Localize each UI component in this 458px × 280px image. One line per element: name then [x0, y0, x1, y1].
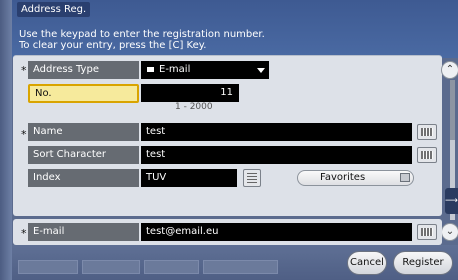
email-label: E-mail — [28, 223, 139, 241]
required-marker: * — [21, 128, 27, 141]
instruction-line-1: Use the keypad to enter the registration… — [19, 29, 265, 40]
register-button[interactable]: Register — [393, 251, 453, 275]
favorites-toggle[interactable]: Favorites — [297, 170, 414, 186]
index-label: Index — [28, 169, 139, 187]
index-table-icon[interactable] — [243, 169, 261, 187]
favorites-checkbox[interactable] — [400, 173, 410, 182]
keyboard-icon[interactable] — [417, 147, 437, 163]
instruction-line-2: To clear your entry, press the [C] Key. — [19, 40, 207, 51]
sort-character-label: Sort Character — [28, 146, 139, 164]
scroll-up-button[interactable]: ⌃ — [441, 61, 458, 79]
address-type-value: E-mail — [159, 64, 191, 75]
background-button-2 — [82, 260, 140, 274]
background-button-1 — [18, 260, 78, 274]
background-button-3 — [144, 260, 199, 274]
scrollbar-thumb[interactable] — [450, 80, 455, 140]
number-range-hint: 1 - 2000 — [175, 102, 213, 112]
required-marker: * — [21, 64, 27, 77]
screen-title: Address Reg. — [17, 2, 91, 17]
name-field[interactable]: test — [141, 123, 412, 141]
address-type-dropdown[interactable]: E-mail — [141, 61, 269, 79]
required-marker: * — [21, 227, 27, 240]
background-button-4 — [203, 260, 278, 274]
name-label: Name — [28, 123, 139, 141]
number-field[interactable]: 11 — [141, 84, 239, 102]
keyboard-icon[interactable] — [417, 224, 437, 240]
address-type-label: Address Type — [28, 61, 139, 79]
grid-glyph — [247, 173, 257, 183]
envelope-icon — [147, 67, 154, 72]
keyboard-icon[interactable] — [417, 124, 437, 140]
index-field[interactable]: TUV — [141, 169, 237, 187]
scroll-down-button[interactable]: ⌄ — [441, 223, 458, 241]
left-edge-strip — [0, 0, 12, 280]
number-label[interactable]: No. — [28, 84, 139, 103]
cancel-button[interactable]: Cancel — [347, 251, 387, 275]
side-panel-tab[interactable]: ⟶ — [445, 188, 458, 214]
email-field[interactable]: test@email.eu — [141, 223, 412, 241]
sort-character-field[interactable]: test — [141, 146, 412, 164]
chevron-down-icon — [257, 68, 265, 73]
